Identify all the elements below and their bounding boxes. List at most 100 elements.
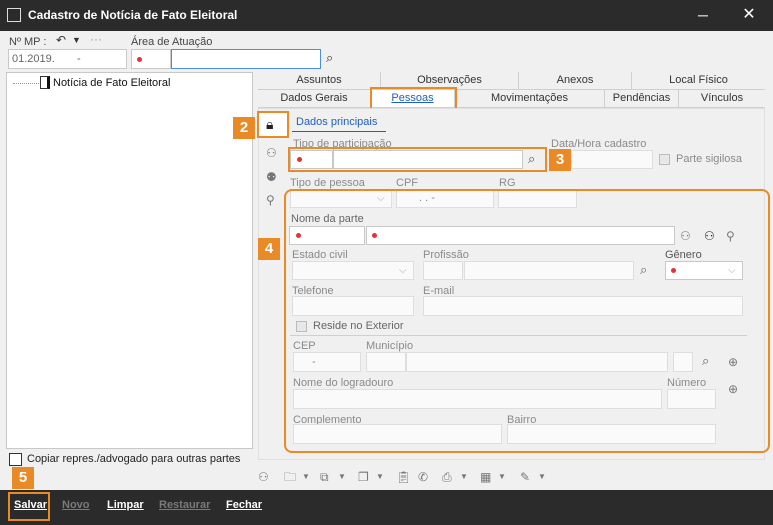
data-hora-label: Data/Hora cadastro: [551, 138, 647, 150]
search-icon[interactable]: ⌕: [326, 51, 333, 65]
bottom-toolbar: ⚇ 🗀︎ ▼ ⧉ ▼ ❐ ▼ 📋︎ ✆ ⎙ ▼ ▦ ▼ ✎ ▼: [258, 468, 768, 488]
chevron-down-icon[interactable]: ▼: [72, 33, 81, 47]
tab-local-fisico[interactable]: Local Físico: [632, 72, 765, 90]
mp-label: Nº MP :: [9, 36, 47, 48]
badge-3: 3: [549, 149, 571, 171]
person-search-icon[interactable]: ⚲: [726, 229, 735, 243]
chevron-down-icon: ⌵: [399, 265, 407, 276]
profissao-input[interactable]: [464, 261, 634, 280]
close-button[interactable]: ✕: [738, 4, 760, 26]
municipio-code[interactable]: [366, 352, 406, 372]
folder-icon[interactable]: 🗀︎: [284, 470, 296, 484]
uf-input[interactable]: [673, 352, 693, 372]
subtab-dados-principais[interactable]: Dados principais: [296, 116, 377, 128]
person-list-icon[interactable]: ⚇: [680, 229, 691, 243]
tab-dados-gerais[interactable]: Dados Gerais: [258, 90, 371, 108]
badge-5: 5: [12, 467, 34, 489]
more-icon[interactable]: ···: [90, 32, 102, 46]
map-pin-icon[interactable]: ⊕: [728, 355, 738, 369]
restaurar-button[interactable]: Restaurar: [159, 499, 210, 511]
dropdown-icon[interactable]: ▼: [498, 470, 506, 484]
area-input[interactable]: [171, 49, 321, 69]
profissao-code[interactable]: [423, 261, 463, 280]
municipio-input[interactable]: [406, 352, 668, 372]
title-bar: Cadastro de Notícia de Fato Eleitoral ─ …: [0, 0, 773, 31]
copy-icon[interactable]: ❐: [358, 470, 369, 484]
highlight-tipo-participacao: [288, 147, 547, 172]
rg-label: RG: [499, 177, 516, 189]
app-icon: [7, 8, 21, 22]
dropdown-icon[interactable]: ▼: [376, 470, 384, 484]
badge-2: 2: [233, 117, 255, 139]
clipboard-icon[interactable]: 📋︎: [396, 470, 411, 484]
reside-exterior-checkbox[interactable]: [296, 321, 307, 332]
novo-button[interactable]: Novo: [62, 499, 90, 511]
tab-pendencias[interactable]: Pendências: [605, 90, 679, 108]
tree-panel: Notícia de Fato Eleitoral: [6, 72, 253, 449]
copiar-label: Copiar repres./advogado para outras part…: [27, 453, 241, 465]
tab-assuntos[interactable]: Assuntos: [258, 72, 381, 90]
calendar-icon[interactable]: ▦: [480, 470, 491, 484]
municipio-label: Município: [366, 340, 414, 352]
nome-parte-input[interactable]: [366, 226, 675, 245]
email-input[interactable]: [423, 296, 743, 316]
fechar-button[interactable]: Fechar: [226, 499, 262, 511]
nome-parte-label: Nome da parte: [291, 213, 364, 225]
tree-item-root[interactable]: Notícia de Fato Eleitoral: [53, 77, 170, 89]
area-label: Área de Atuação: [131, 36, 213, 48]
dropdown-icon[interactable]: ▼: [302, 470, 310, 484]
person-lock-icon[interactable]: ⚇: [704, 229, 715, 243]
cep-label: CEP: [293, 340, 316, 352]
limpar-button[interactable]: Limpar: [107, 499, 144, 511]
mp-number-input[interactable]: 01.2019. -: [8, 49, 127, 69]
person-remove-icon[interactable]: ⚉: [266, 170, 277, 184]
tab-anexos[interactable]: Anexos: [519, 72, 632, 90]
dropdown-icon[interactable]: ▼: [460, 470, 468, 484]
complemento-input[interactable]: [293, 424, 502, 444]
network-icon[interactable]: ⧉: [320, 470, 329, 484]
window-title: Cadastro de Notícia de Fato Eleitoral: [28, 8, 238, 22]
data-hora-input[interactable]: [571, 150, 653, 169]
action-bar: Salvar Novo Limpar Restaurar Fechar: [0, 490, 773, 525]
print-icon[interactable]: ⎙: [442, 470, 452, 484]
highlight-person-button: 🔒︎: [257, 111, 289, 138]
copiar-checkbox[interactable]: [9, 453, 22, 466]
estado-civil-select[interactable]: ⌵: [292, 261, 414, 280]
profissao-label: Profissão: [423, 249, 469, 261]
salvar-button[interactable]: Salvar: [14, 499, 47, 511]
area-code-input[interactable]: [131, 49, 171, 69]
tab-vinculos[interactable]: Vínculos: [679, 90, 765, 108]
map-add-icon[interactable]: ⊕: [728, 382, 738, 396]
document-icon: [40, 76, 50, 89]
edit-icon[interactable]: ✎: [520, 470, 530, 484]
badge-4: 4: [258, 238, 280, 260]
nome-parte-code[interactable]: [289, 226, 365, 245]
bairro-input[interactable]: [507, 424, 716, 444]
genero-select[interactable]: ⌵: [665, 261, 743, 280]
dropdown-icon[interactable]: ▼: [538, 470, 546, 484]
phone-icon[interactable]: ✆: [418, 470, 428, 484]
tab-movimentacoes[interactable]: Movimentações: [455, 90, 605, 108]
logradouro-input[interactable]: [293, 389, 662, 409]
dropdown-icon[interactable]: ▼: [338, 470, 346, 484]
person-search-icon[interactable]: ⚲: [266, 193, 275, 207]
person-lock-icon[interactable]: 🔒︎: [266, 117, 273, 131]
tab-strip: Assuntos Observações Anexos Local Físico…: [258, 72, 765, 108]
person-add-icon[interactable]: ⚇: [266, 146, 277, 160]
numero-label: Número: [667, 377, 707, 389]
undo-icon[interactable]: ↶: [56, 33, 66, 47]
parte-sigilosa-checkbox[interactable]: [659, 154, 670, 165]
telefone-input[interactable]: [292, 296, 414, 316]
estado-civil-label: Estado civil: [292, 249, 348, 261]
cep-input[interactable]: -: [293, 352, 361, 372]
search-icon[interactable]: ⌕: [702, 354, 709, 368]
divider: [290, 335, 747, 336]
person-add-icon[interactable]: ⚇: [258, 470, 269, 484]
logradouro-label: Nome do logradouro: [293, 377, 394, 389]
search-icon[interactable]: ⌕: [640, 263, 647, 277]
parte-sigilosa-label: Parte sigilosa: [676, 153, 743, 165]
numero-input[interactable]: [667, 389, 716, 409]
genero-label: Gênero: [665, 249, 702, 261]
minimize-button[interactable]: ─: [692, 4, 714, 26]
chevron-down-icon: ⌵: [728, 265, 736, 276]
